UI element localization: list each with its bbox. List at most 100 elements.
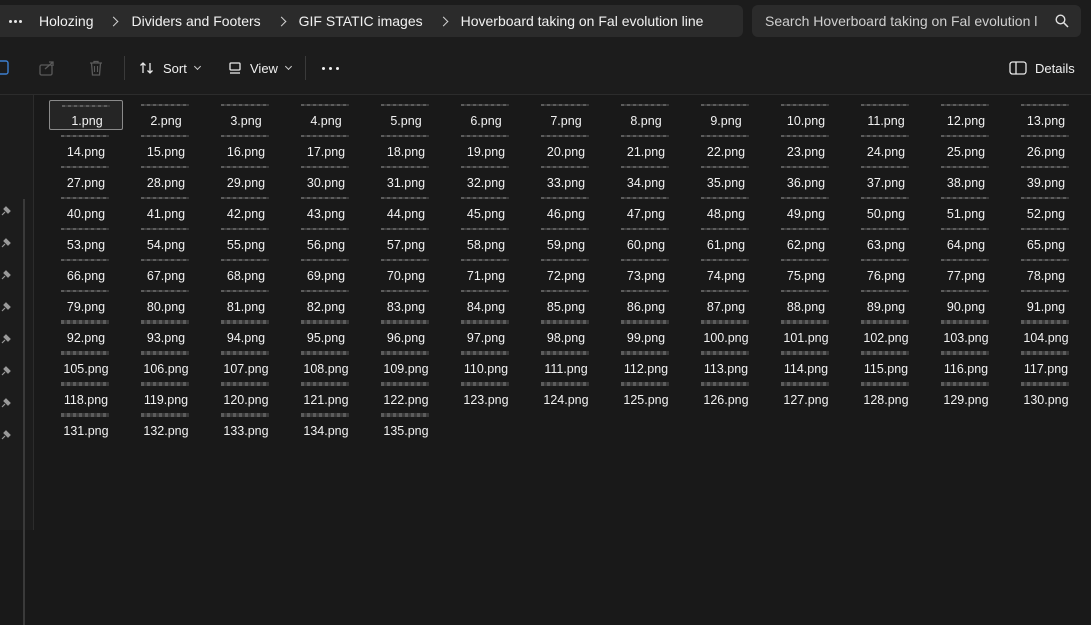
file-item[interactable]: 13.png [1009, 100, 1083, 130]
view-button[interactable]: View [228, 54, 292, 82]
file-item[interactable]: 113.png [689, 348, 763, 378]
file-item[interactable]: 8.png [609, 100, 683, 130]
file-item[interactable]: 16.png [209, 131, 283, 161]
file-item[interactable]: 128.png [849, 379, 923, 409]
breadcrumb-item-dividers-and-footers[interactable]: Dividers and Footers [131, 13, 260, 29]
file-item[interactable]: 105.png [49, 348, 123, 378]
file-item[interactable]: 59.png [529, 224, 603, 254]
file-item[interactable]: 94.png [209, 317, 283, 347]
file-item[interactable]: 62.png [769, 224, 843, 254]
file-item[interactable]: 55.png [209, 224, 283, 254]
file-item[interactable]: 135.png [369, 410, 443, 440]
file-item[interactable]: 56.png [289, 224, 363, 254]
file-item[interactable]: 2.png [129, 100, 203, 130]
search-input[interactable] [752, 5, 1037, 37]
file-item[interactable]: 44.png [369, 193, 443, 223]
search-icon[interactable] [1055, 14, 1069, 28]
pin-icon[interactable] [0, 333, 12, 345]
file-item[interactable]: 58.png [449, 224, 523, 254]
file-item[interactable]: 28.png [129, 162, 203, 192]
file-item[interactable]: 68.png [209, 255, 283, 285]
file-item[interactable]: 49.png [769, 193, 843, 223]
file-item[interactable]: 38.png [929, 162, 1003, 192]
file-item[interactable]: 98.png [529, 317, 603, 347]
file-item[interactable]: 33.png [529, 162, 603, 192]
file-item[interactable]: 61.png [689, 224, 763, 254]
file-item[interactable]: 53.png [49, 224, 123, 254]
pin-icon[interactable] [0, 205, 12, 217]
file-item[interactable]: 129.png [929, 379, 1003, 409]
file-item[interactable]: 71.png [449, 255, 523, 285]
file-item[interactable]: 76.png [849, 255, 923, 285]
file-item[interactable]: 34.png [609, 162, 683, 192]
file-item[interactable]: 21.png [609, 131, 683, 161]
file-item[interactable]: 121.png [289, 379, 363, 409]
file-item[interactable]: 78.png [1009, 255, 1083, 285]
file-item[interactable]: 35.png [689, 162, 763, 192]
file-item[interactable]: 24.png [849, 131, 923, 161]
file-item[interactable]: 17.png [289, 131, 363, 161]
file-item[interactable]: 86.png [609, 286, 683, 316]
file-item[interactable]: 102.png [849, 317, 923, 347]
file-item[interactable]: 116.png [929, 348, 1003, 378]
breadcrumb-item-gif-static-images[interactable]: GIF STATIC images [299, 13, 423, 29]
file-item[interactable]: 47.png [609, 193, 683, 223]
file-item[interactable]: 19.png [449, 131, 523, 161]
file-item[interactable]: 127.png [769, 379, 843, 409]
file-item[interactable]: 15.png [129, 131, 203, 161]
file-item[interactable]: 18.png [369, 131, 443, 161]
file-item[interactable]: 69.png [289, 255, 363, 285]
more-locations-icon[interactable] [6, 11, 26, 31]
file-item[interactable]: 45.png [449, 193, 523, 223]
file-item[interactable]: 82.png [289, 286, 363, 316]
file-item[interactable]: 125.png [609, 379, 683, 409]
file-item[interactable]: 67.png [129, 255, 203, 285]
file-item[interactable]: 27.png [49, 162, 123, 192]
file-item[interactable]: 83.png [369, 286, 443, 316]
file-item[interactable]: 30.png [289, 162, 363, 192]
file-item[interactable]: 65.png [1009, 224, 1083, 254]
file-item[interactable]: 130.png [1009, 379, 1083, 409]
file-item[interactable]: 131.png [49, 410, 123, 440]
file-item[interactable]: 74.png [689, 255, 763, 285]
file-item[interactable]: 80.png [129, 286, 203, 316]
file-item[interactable]: 101.png [769, 317, 843, 347]
file-item[interactable]: 54.png [129, 224, 203, 254]
file-item[interactable]: 117.png [1009, 348, 1083, 378]
file-item[interactable]: 5.png [369, 100, 443, 130]
file-item[interactable]: 23.png [769, 131, 843, 161]
file-item[interactable]: 11.png [849, 100, 923, 130]
file-item[interactable]: 52.png [1009, 193, 1083, 223]
file-item[interactable]: 134.png [289, 410, 363, 440]
file-item[interactable]: 75.png [769, 255, 843, 285]
file-item[interactable]: 25.png [929, 131, 1003, 161]
file-item[interactable]: 9.png [689, 100, 763, 130]
file-item[interactable]: 31.png [369, 162, 443, 192]
file-item[interactable]: 89.png [849, 286, 923, 316]
file-item[interactable]: 122.png [369, 379, 443, 409]
copy-icon[interactable] [0, 59, 12, 77]
file-item[interactable]: 118.png [49, 379, 123, 409]
delete-icon[interactable] [87, 59, 105, 77]
file-item[interactable]: 41.png [129, 193, 203, 223]
file-item[interactable]: 114.png [769, 348, 843, 378]
file-item[interactable]: 87.png [689, 286, 763, 316]
chevron-right-icon[interactable] [109, 16, 119, 26]
pin-icon[interactable] [0, 269, 12, 281]
file-item[interactable]: 96.png [369, 317, 443, 347]
file-item[interactable]: 70.png [369, 255, 443, 285]
file-item[interactable]: 92.png [49, 317, 123, 347]
file-item[interactable]: 60.png [609, 224, 683, 254]
file-item[interactable]: 43.png [289, 193, 363, 223]
file-item[interactable]: 120.png [209, 379, 283, 409]
file-item[interactable]: 85.png [529, 286, 603, 316]
file-item[interactable]: 110.png [449, 348, 523, 378]
file-item[interactable]: 91.png [1009, 286, 1083, 316]
file-item[interactable]: 93.png [129, 317, 203, 347]
details-button[interactable]: Details [1009, 54, 1075, 82]
file-item[interactable]: 1.png [49, 100, 123, 130]
file-item[interactable]: 51.png [929, 193, 1003, 223]
file-item[interactable]: 64.png [929, 224, 1003, 254]
file-item[interactable]: 115.png [849, 348, 923, 378]
file-item[interactable]: 39.png [1009, 162, 1083, 192]
